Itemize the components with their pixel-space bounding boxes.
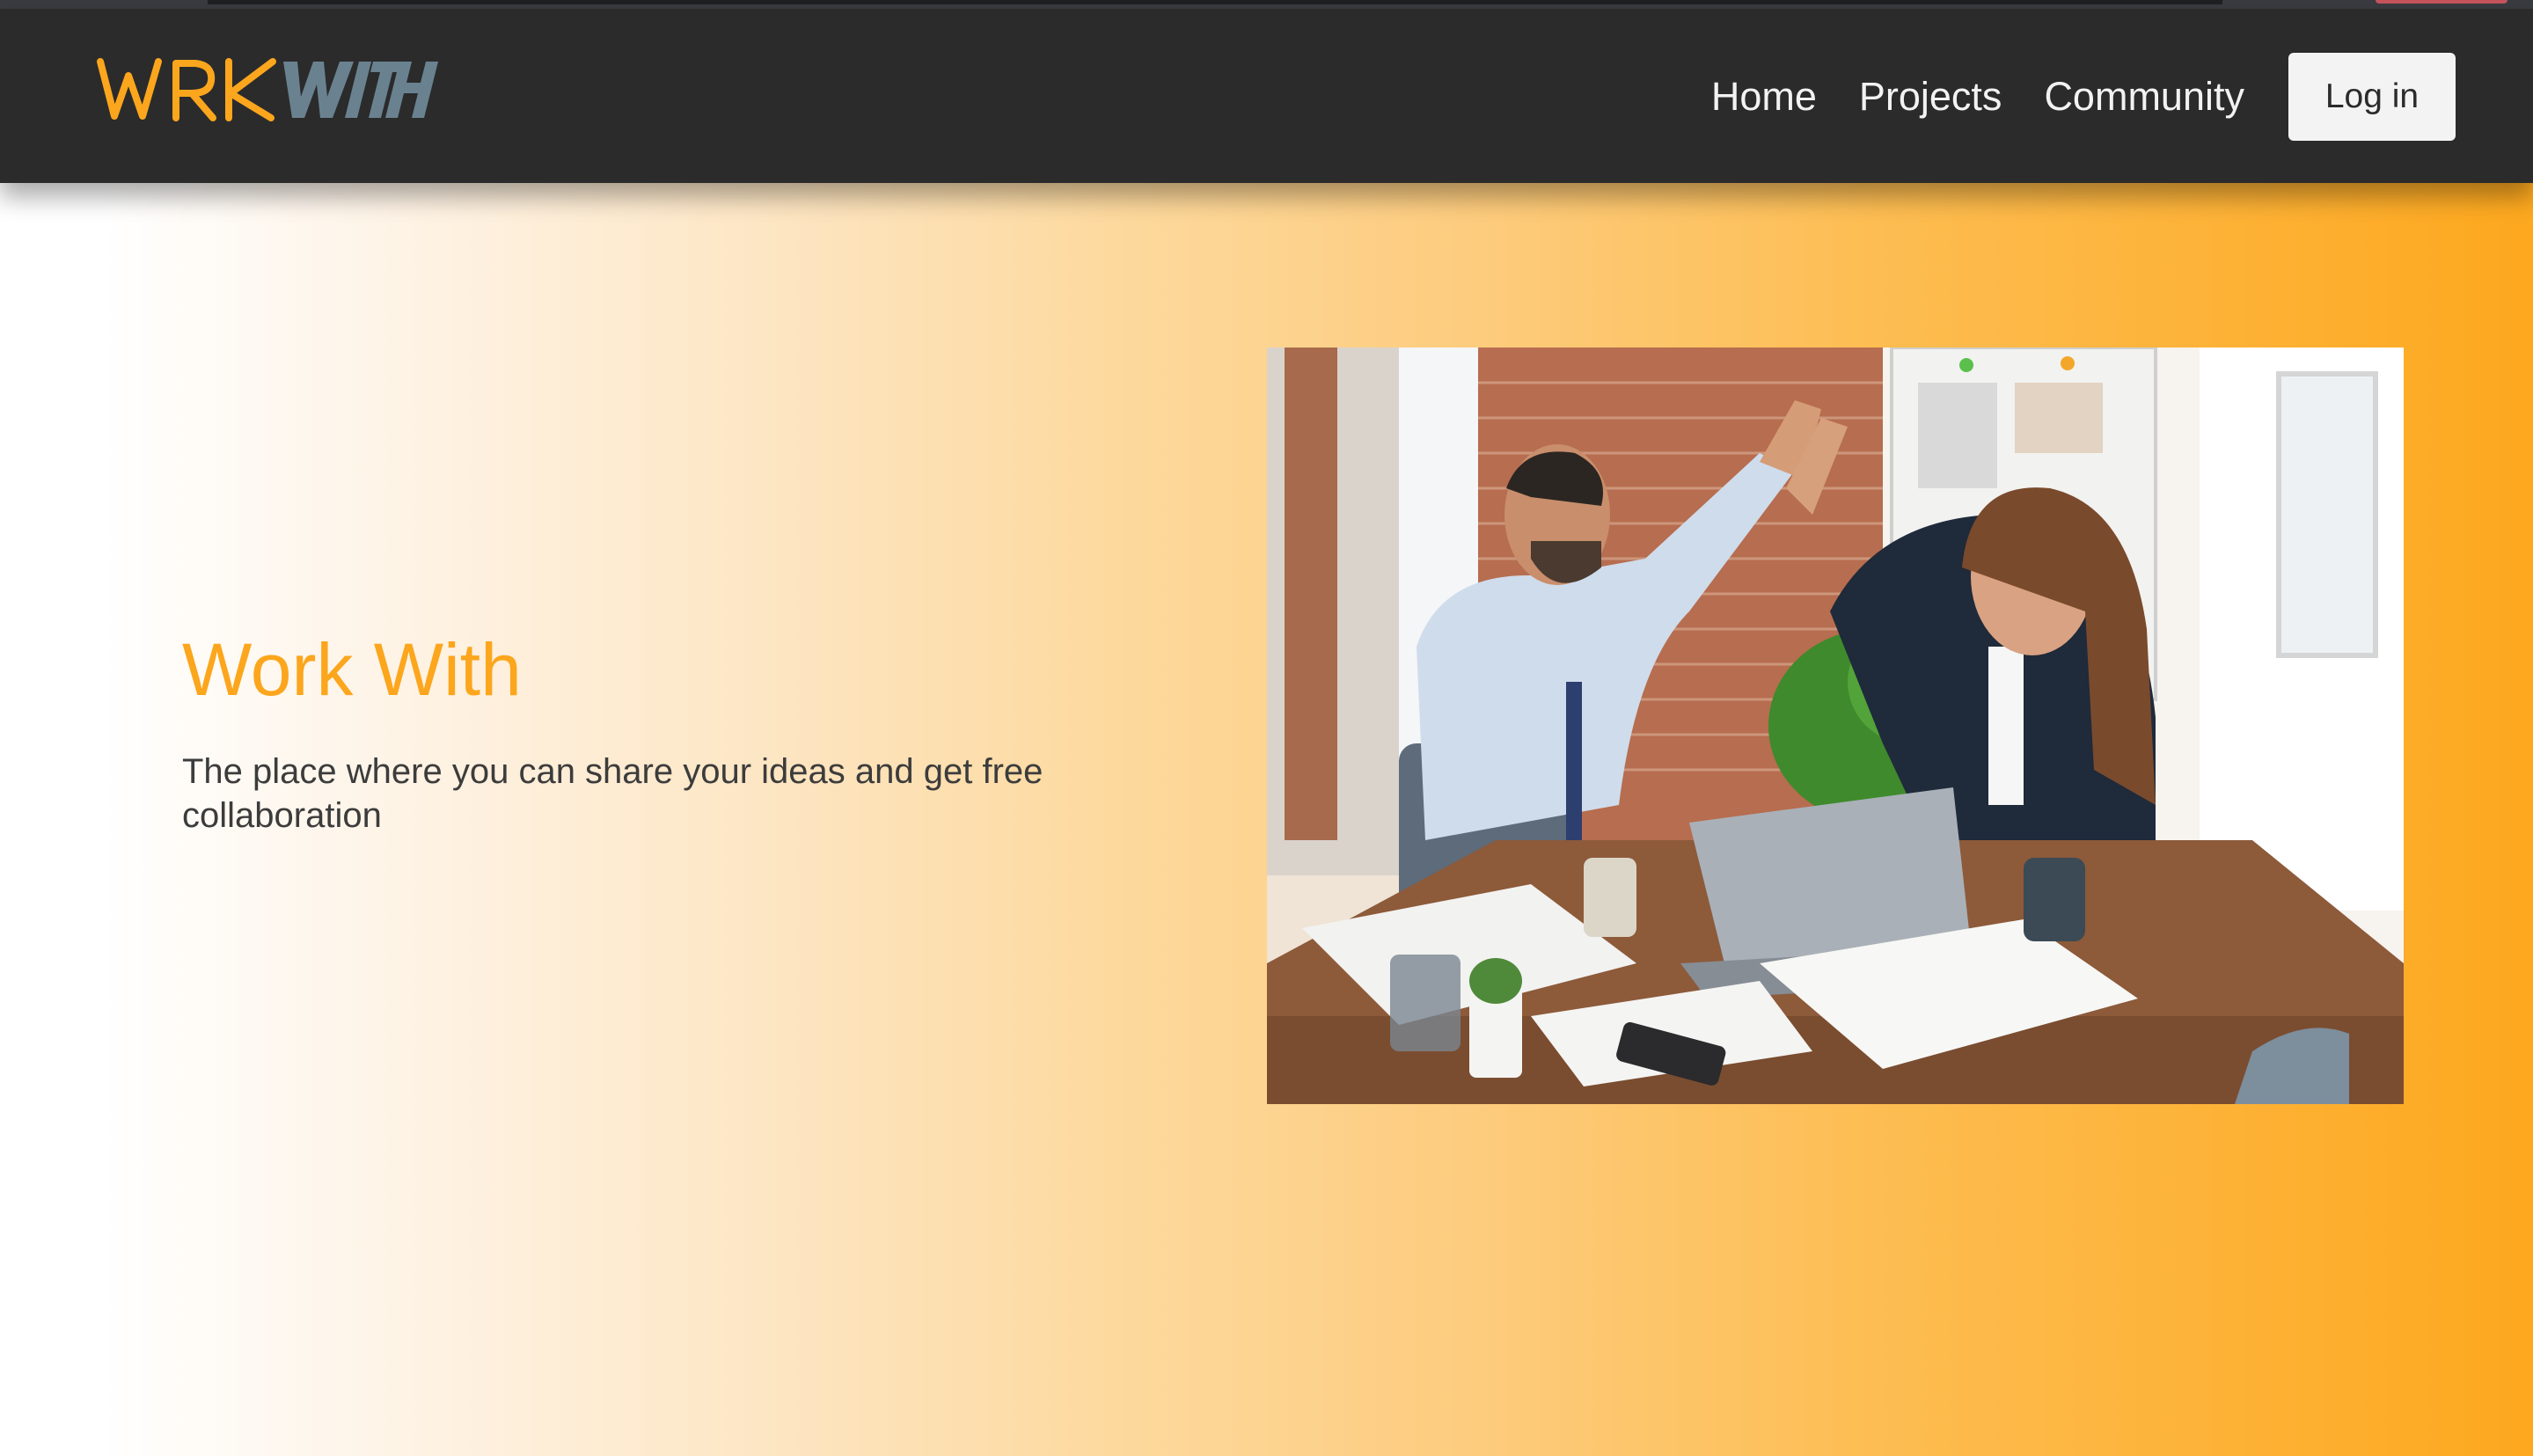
hero-section: Work With The place where you can share … xyxy=(0,183,2533,1456)
hero-title: Work With xyxy=(182,628,522,711)
brand-logo[interactable] xyxy=(97,55,440,125)
site-header: Home Projects Community Log in xyxy=(0,9,2533,183)
hero-subtitle: The place where you can share your ideas… xyxy=(182,752,1043,835)
hero-image xyxy=(1267,348,2404,1104)
nav-home-link[interactable]: Home xyxy=(1711,74,1817,120)
login-button[interactable]: Log in xyxy=(2288,53,2456,141)
browser-top-strip xyxy=(0,0,2533,9)
browser-address-bar xyxy=(208,0,2222,4)
main-nav: Home Projects Community Log in xyxy=(1711,53,2456,141)
wrkwith-logo-icon xyxy=(97,58,438,121)
nav-community-link[interactable]: Community xyxy=(2044,74,2244,120)
office-high-five-photo-icon xyxy=(1267,348,2404,1104)
browser-indicator xyxy=(2376,0,2507,4)
nav-projects-link[interactable]: Projects xyxy=(1859,74,2002,120)
